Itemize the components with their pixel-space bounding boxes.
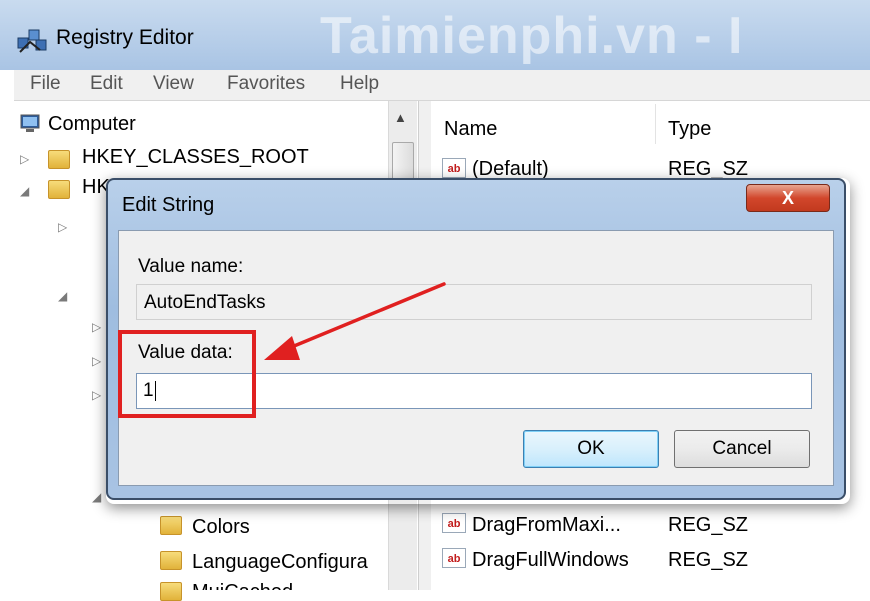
menu-file[interactable]: File (30, 73, 61, 95)
column-header-name[interactable]: Name (444, 118, 497, 141)
expand-arrow-icon[interactable]: ▷ (20, 152, 29, 166)
folder-icon (48, 180, 70, 199)
scroll-up-arrow-icon[interactable]: ▲ (394, 110, 407, 125)
expand-arrow-icon[interactable]: ▷ (92, 320, 101, 334)
value-name-label: Value name: (138, 256, 244, 277)
column-header-type[interactable]: Type (668, 118, 711, 141)
folder-icon (48, 150, 70, 169)
cancel-button[interactable]: Cancel (674, 430, 810, 468)
value-row-name[interactable]: DragFullWindows (472, 549, 629, 572)
menu-favorites[interactable]: Favorites (227, 73, 305, 95)
collapse-arrow-icon[interactable]: ◢ (92, 490, 101, 504)
string-value-icon: ab (442, 513, 466, 533)
collapse-arrow-icon[interactable]: ◢ (20, 184, 29, 198)
registry-editor-icon (17, 29, 47, 53)
value-row-type[interactable]: REG_SZ (668, 549, 748, 572)
expand-arrow-icon[interactable]: ▷ (92, 388, 101, 402)
computer-icon (20, 114, 40, 132)
string-value-icon: ab (442, 548, 466, 568)
watermark: Taimienphi.vn - I (320, 7, 744, 65)
tree-item-colors[interactable]: Colors (192, 516, 250, 539)
dialog-title: Edit String (122, 194, 215, 216)
close-button[interactable]: X (746, 184, 830, 212)
expand-arrow-icon[interactable]: ▷ (58, 220, 67, 234)
menu-edit[interactable]: Edit (90, 73, 123, 95)
menu-view[interactable]: View (153, 73, 194, 95)
expand-arrow-icon[interactable]: ▷ (92, 354, 101, 368)
folder-icon (160, 582, 182, 601)
folder-icon (160, 516, 182, 535)
string-value-icon: ab (442, 158, 466, 178)
value-row-type[interactable]: REG_SZ (668, 514, 748, 537)
folder-icon (160, 551, 182, 570)
collapse-arrow-icon[interactable]: ◢ (58, 289, 67, 303)
highlight-box (118, 330, 256, 418)
tree-root-computer[interactable]: Computer (48, 113, 136, 136)
value-name-field: AutoEndTasks (136, 284, 812, 320)
ok-button[interactable]: OK (523, 430, 659, 468)
app-title: Registry Editor (56, 26, 194, 49)
menu-help[interactable]: Help (340, 73, 379, 95)
tree-item-language-configuration[interactable]: LanguageConfigura (192, 551, 368, 574)
value-row-name[interactable]: DragFromMaxi... (472, 514, 621, 537)
tree-item-hkey-classes-root[interactable]: HKEY_CLASSES_ROOT (82, 146, 309, 169)
menu-bar: File Edit View Favorites Help (14, 70, 870, 101)
tree-item-muicached[interactable]: MuiCached (192, 581, 293, 590)
column-divider[interactable] (655, 104, 656, 144)
